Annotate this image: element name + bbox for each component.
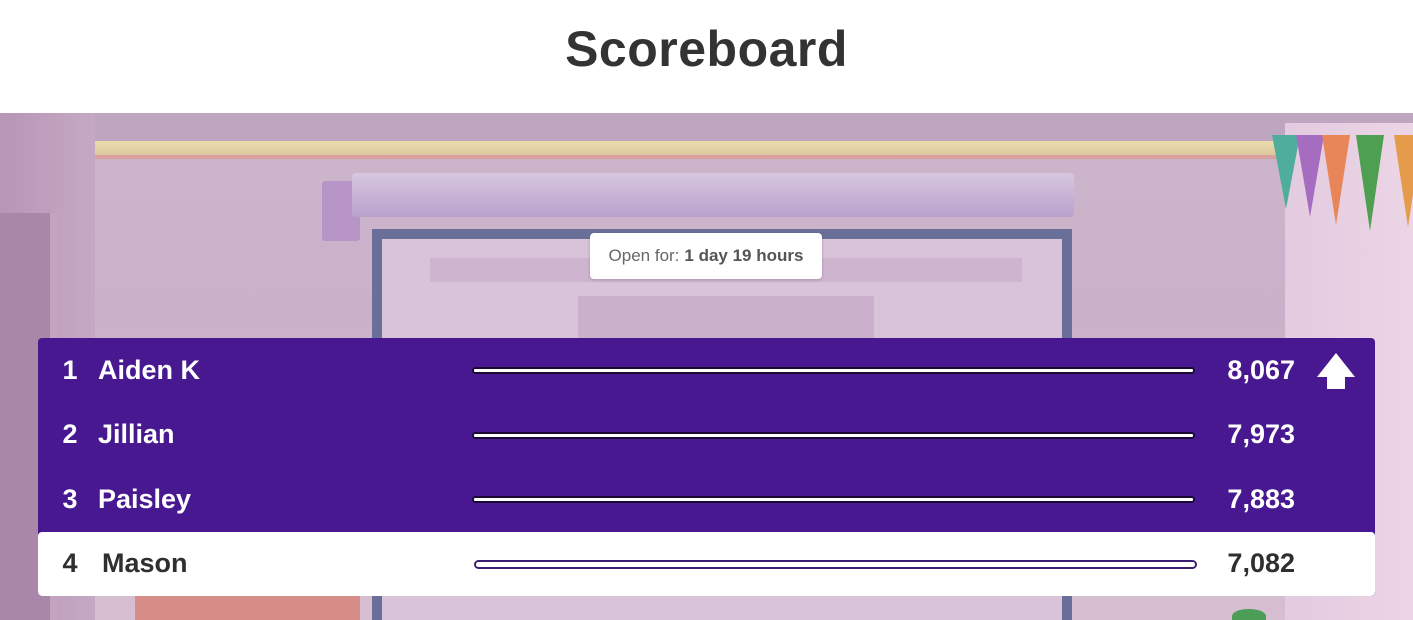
- score-progress-bar: [472, 367, 1195, 375]
- page-header: Scoreboard: [0, 0, 1413, 113]
- scoreboard-row: 1 Aiden K 8,067: [38, 338, 1375, 403]
- score-progress-bar: [474, 559, 1197, 569]
- score-progress-bar: [472, 431, 1195, 439]
- bunting-flag: [1394, 135, 1413, 227]
- ceiling-molding: [70, 141, 1280, 159]
- row-rank: 3: [62, 483, 78, 514]
- row-player-name: Mason: [102, 548, 188, 579]
- scoreboard-list: 1 Aiden K 8,067 2 Jillian 7,973 3 Paisle…: [38, 338, 1375, 596]
- timer-value: 1 day 19 hours: [684, 246, 804, 265]
- projector-screen-roll: [352, 173, 1074, 217]
- scoreboard-row: 3 Paisley 7,883: [38, 467, 1375, 532]
- row-player-name: Aiden K: [98, 354, 201, 385]
- bunting-flag: [1322, 135, 1350, 225]
- row-rank: 2: [62, 419, 78, 450]
- scoreboard-row-current-player: 4 Mason 7,082: [38, 531, 1375, 596]
- row-score: 7,973: [1227, 419, 1295, 450]
- score-progress-fill: [474, 369, 1193, 373]
- score-progress-fill: [474, 498, 1193, 502]
- row-rank: 4: [62, 548, 78, 579]
- page-title: Scoreboard: [565, 20, 848, 77]
- timer-label: Open for:: [608, 246, 680, 265]
- row-player-name: Jillian: [98, 419, 175, 450]
- shelf: [135, 595, 360, 620]
- row-score: 8,067: [1227, 354, 1295, 385]
- score-progress-bar: [472, 496, 1195, 504]
- scoreboard-row: 2 Jillian 7,973: [38, 403, 1375, 468]
- bunting-flag: [1296, 135, 1324, 217]
- bunting-flag: [1356, 135, 1384, 231]
- row-score: 7,883: [1227, 483, 1295, 514]
- score-progress-fill: [476, 561, 1195, 567]
- score-progress-fill: [474, 433, 1193, 437]
- arrow-up-icon[interactable]: [1316, 351, 1356, 391]
- open-timer-badge: Open for: 1 day 19 hours: [590, 233, 822, 279]
- plant: [1232, 609, 1266, 620]
- row-rank: 1: [62, 354, 78, 385]
- row-score: 7,082: [1227, 548, 1295, 579]
- row-player-name: Paisley: [98, 483, 192, 514]
